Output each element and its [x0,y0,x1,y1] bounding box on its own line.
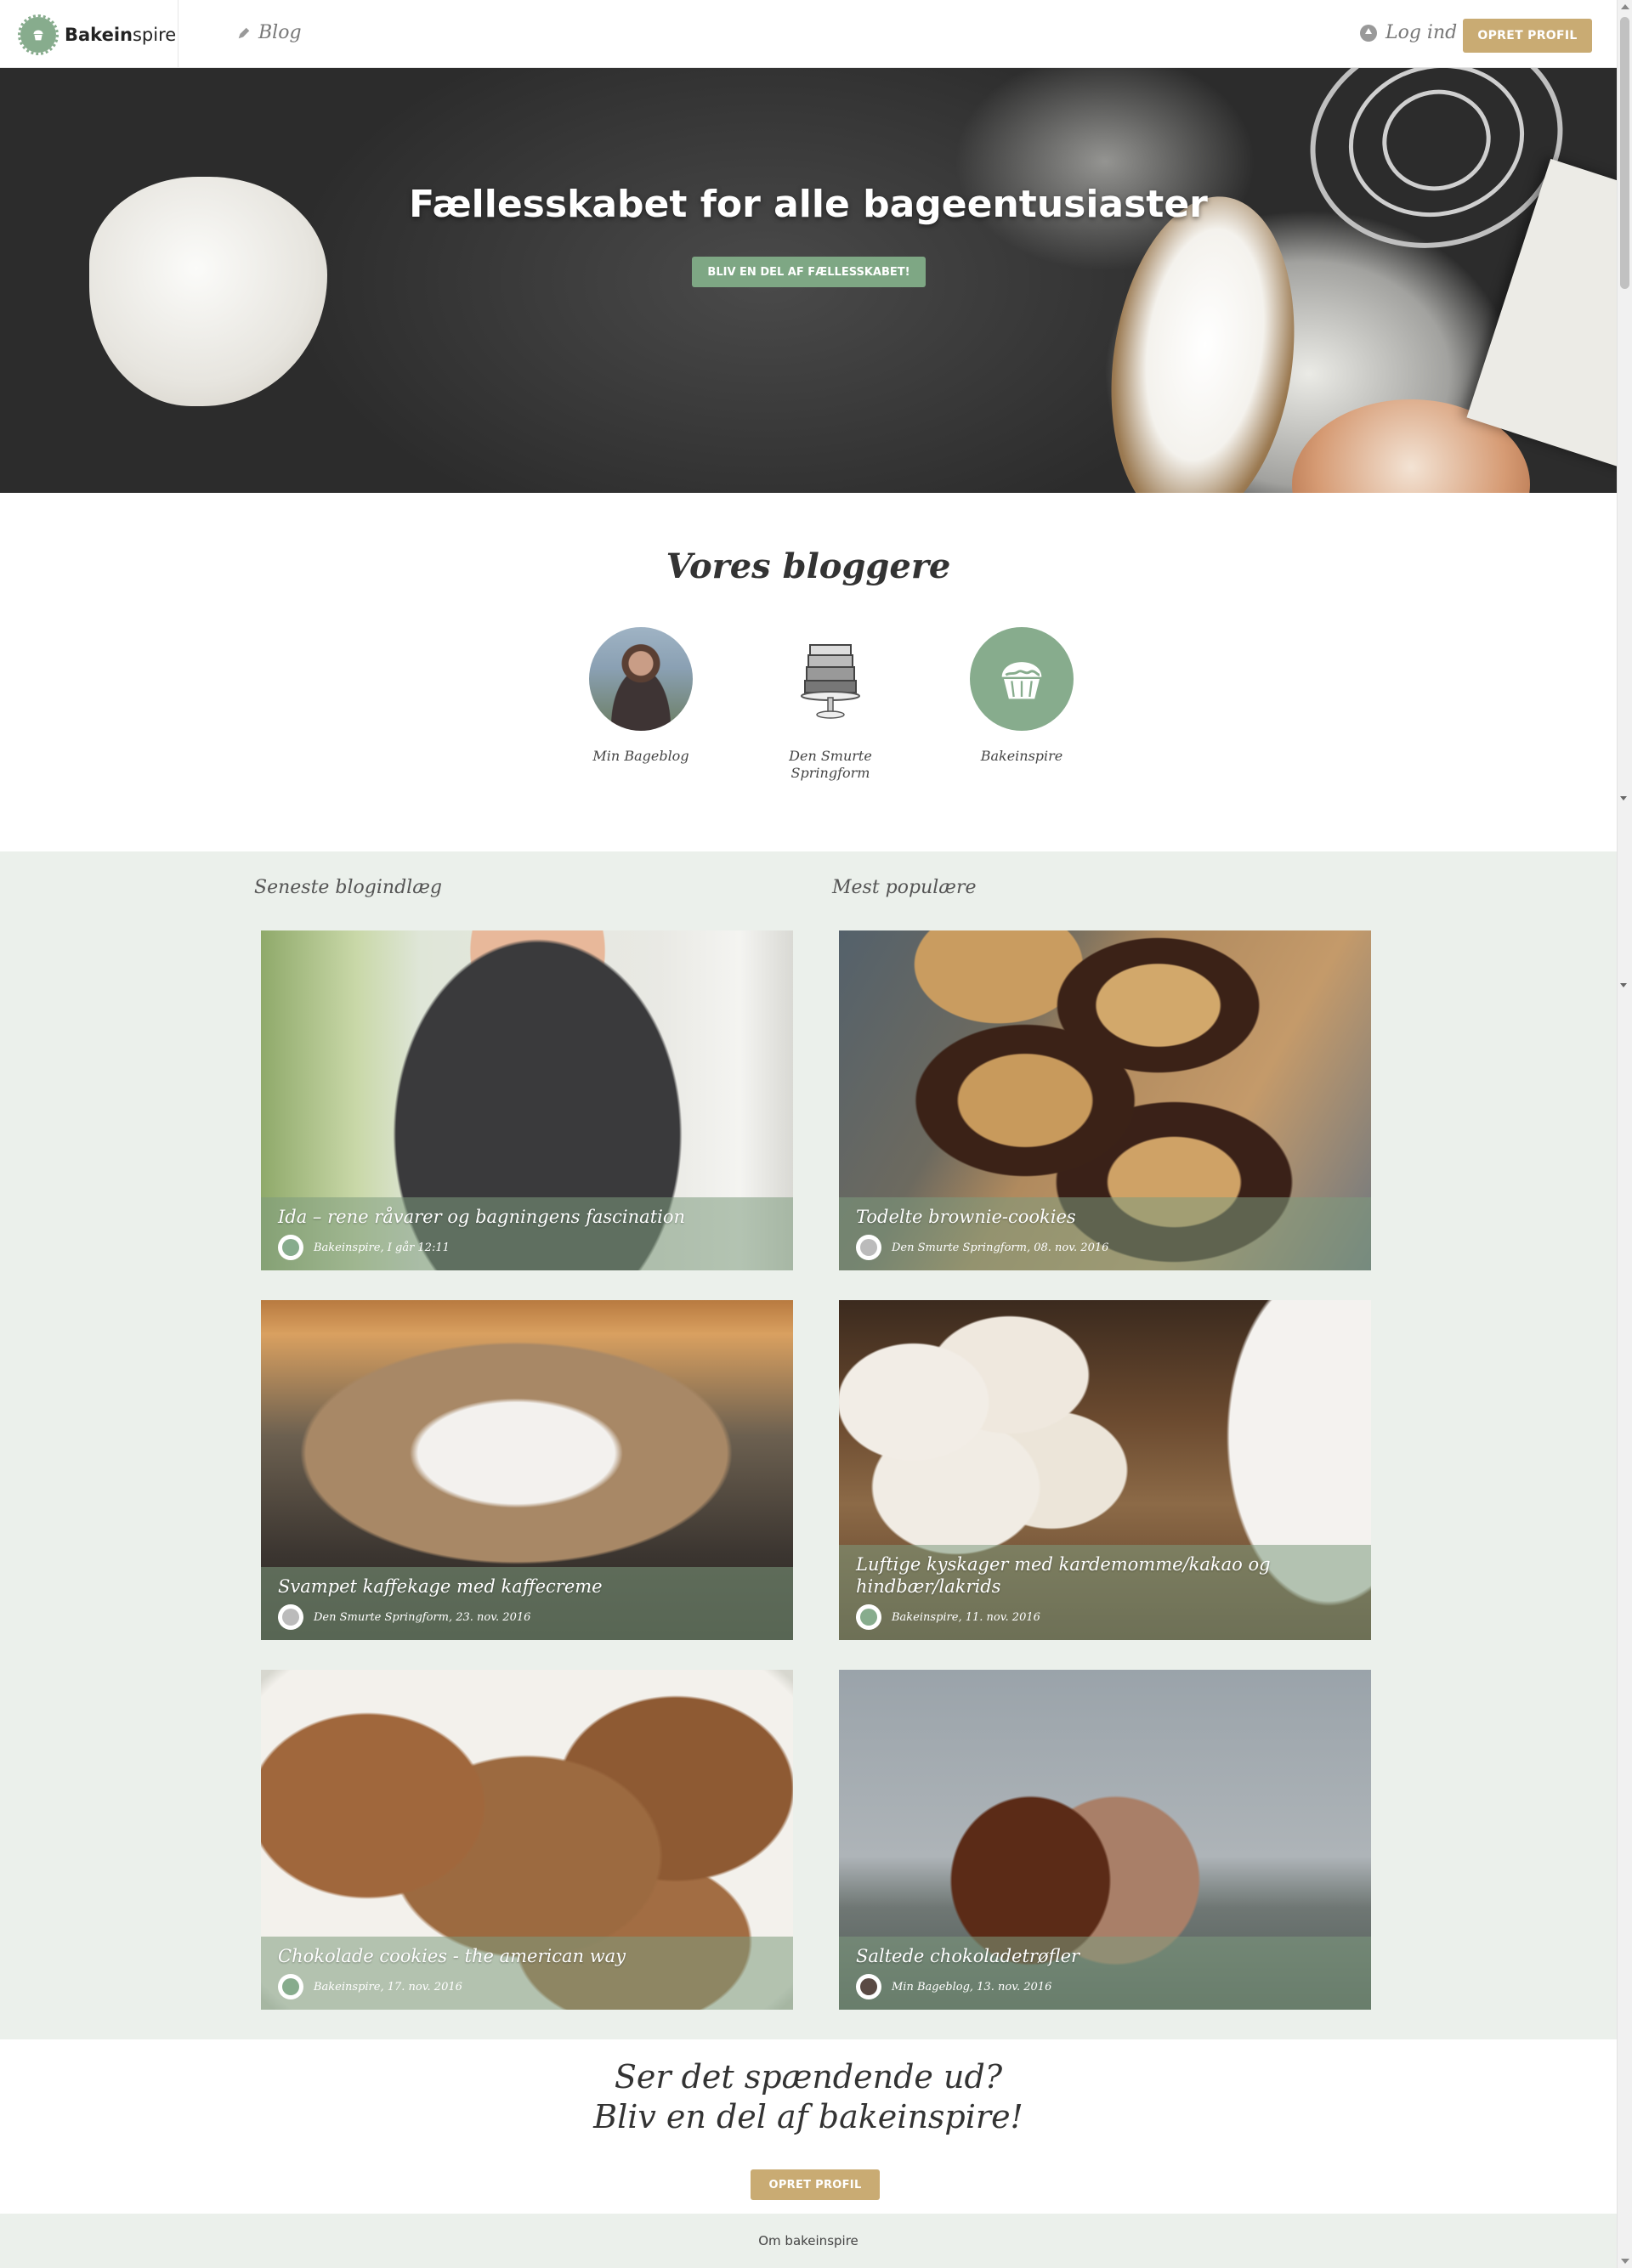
post-meta: Den Smurte Springform, 08. nov. 2016 [856,1235,1354,1260]
post-meta: Den Smurte Springform, 23. nov. 2016 [278,1604,776,1630]
site-header: Bakeinspire Blog Log ind OPRET PROFIL [0,0,1617,68]
hero-banner: Fællesskabet for alle bageentusiaster BL… [0,68,1617,493]
hero-flour-spoon-image [1091,184,1315,493]
cupcake-logo-icon [18,14,59,55]
post-caption: Svampet kaffekage med kaffecreme Den Smu… [261,1567,793,1640]
post-title: Ida – rene råvarer og bagningens fascina… [278,1207,686,1227]
logo-text: Bakeinspire [65,25,177,45]
nav-blog-label: Blog [258,22,302,43]
login-link[interactable]: Log ind [1360,22,1457,43]
post-author-date: Min Bageblog, 13. nov. 2016 [892,1980,1052,1994]
author-avatar [278,1604,303,1630]
signup-button[interactable]: OPRET PROFIL [1463,19,1592,53]
post-meta: Bakeinspire, 17. nov. 2016 [278,1974,776,1999]
hero-title: Fællesskabet for alle bageentusiaster [409,183,1208,226]
post-author-date: Den Smurte Springform, 23. nov. 2016 [314,1610,531,1624]
post-author-date: Bakeinspire, I går 12:11 [314,1241,450,1254]
blogger-avatar [589,627,693,731]
site-logo[interactable]: Bakeinspire [18,14,177,55]
pencil-icon [238,27,250,38]
latest-post-card[interactable]: Svampet kaffekage med kaffecreme Den Smu… [261,1300,793,1640]
popular-posts-heading: Mest populære [832,877,977,898]
site-footer: Om bakeinspire [0,2214,1617,2268]
blogger-bakeinspire[interactable]: Bakeinspire [954,627,1090,765]
latest-post-card[interactable]: Ida – rene råvarer og bagningens fascina… [261,930,793,1270]
post-caption: Ida – rene råvarer og bagningens fascina… [261,1197,793,1270]
scrollbar-thumb[interactable] [1620,17,1629,289]
blogger-name: Den Smurte Springform [789,748,872,781]
author-avatar [856,1604,881,1630]
latest-posts-heading: Seneste blogindlæg [254,877,442,898]
blogger-den-smurte-springform[interactable]: Den Smurte Springform [762,627,898,782]
author-avatar [278,1974,303,1999]
blogger-name: Min Bageblog [592,748,689,764]
blogger-name: Bakeinspire [980,748,1063,764]
scroll-up-arrow-icon[interactable] [1621,4,1629,9]
cta-line-2: Bliv en del af bakeinspire! [593,2098,1023,2135]
post-caption: Saltede chokoladetrøfler Min Bageblog, 1… [839,1937,1371,2010]
post-title: Saltede chokoladetrøfler [856,1946,1080,1966]
post-caption: Todelte brownie-cookies Den Smurte Sprin… [839,1197,1371,1270]
cake-stand-icon [801,644,860,719]
post-title: Todelte brownie-cookies [856,1207,1076,1227]
blogger-avatar [779,627,882,731]
post-caption: Luftige kyskager med kardemomme/kakao og… [839,1545,1371,1640]
post-author-date: Den Smurte Springform, 08. nov. 2016 [892,1241,1109,1254]
post-author-date: Bakeinspire, 11. nov. 2016 [892,1610,1040,1624]
scroll-down-arrow-icon[interactable] [1621,2259,1629,2264]
page-scrollbar[interactable] [1617,0,1632,2268]
author-avatar [856,1974,881,1999]
popular-post-card[interactable]: Todelte brownie-cookies Den Smurte Sprin… [839,930,1371,1270]
cta-signup-button[interactable]: OPRET PROFIL [751,2169,880,2200]
cupcake-icon [1001,662,1042,699]
post-title: Luftige kyskager med kardemomme/kakao og… [856,1554,1271,1597]
post-caption: Chokolade cookies - the american way Bak… [261,1937,793,2010]
post-meta: Bakeinspire, 11. nov. 2016 [856,1604,1354,1630]
login-label: Log ind [1386,22,1458,43]
post-meta: Min Bageblog, 13. nov. 2016 [856,1974,1354,1999]
posts-section: Seneste blogindlæg Mest populære Ida – r… [0,851,1617,2039]
post-author-date: Bakeinspire, 17. nov. 2016 [314,1980,462,1994]
nav-blog-link[interactable]: Blog [236,22,302,43]
blogger-avatar [970,627,1074,731]
cta-line-1: Ser det spændende ud? [614,2058,1003,2095]
login-arrow-icon [1360,24,1377,42]
post-title: Svampet kaffekage med kaffecreme [278,1576,603,1597]
latest-post-card[interactable]: Chokolade cookies - the american way Bak… [261,1670,793,2010]
about-link[interactable]: Om bakeinspire [758,2233,858,2248]
blogger-min-bageblog[interactable]: Min Bageblog [573,627,709,765]
post-meta: Bakeinspire, I går 12:11 [278,1235,776,1260]
post-title: Chokolade cookies - the american way [278,1946,626,1966]
join-community-button[interactable]: BLIV EN DEL AF FÆLLESSKABET! [692,257,926,287]
scroll-marker-icon [1620,796,1627,800]
popular-post-card[interactable]: Luftige kyskager med kardemomme/kakao og… [839,1300,1371,1640]
scroll-marker-icon [1620,983,1627,987]
author-avatar [278,1235,303,1260]
author-avatar [856,1235,881,1260]
popular-post-card[interactable]: Saltede chokoladetrøfler Min Bageblog, 1… [839,1670,1371,2010]
signup-cta-section: Ser det spændende ud? Bliv en del af bak… [0,2039,1617,2214]
bloggers-heading: Vores bloggere [666,546,951,586]
